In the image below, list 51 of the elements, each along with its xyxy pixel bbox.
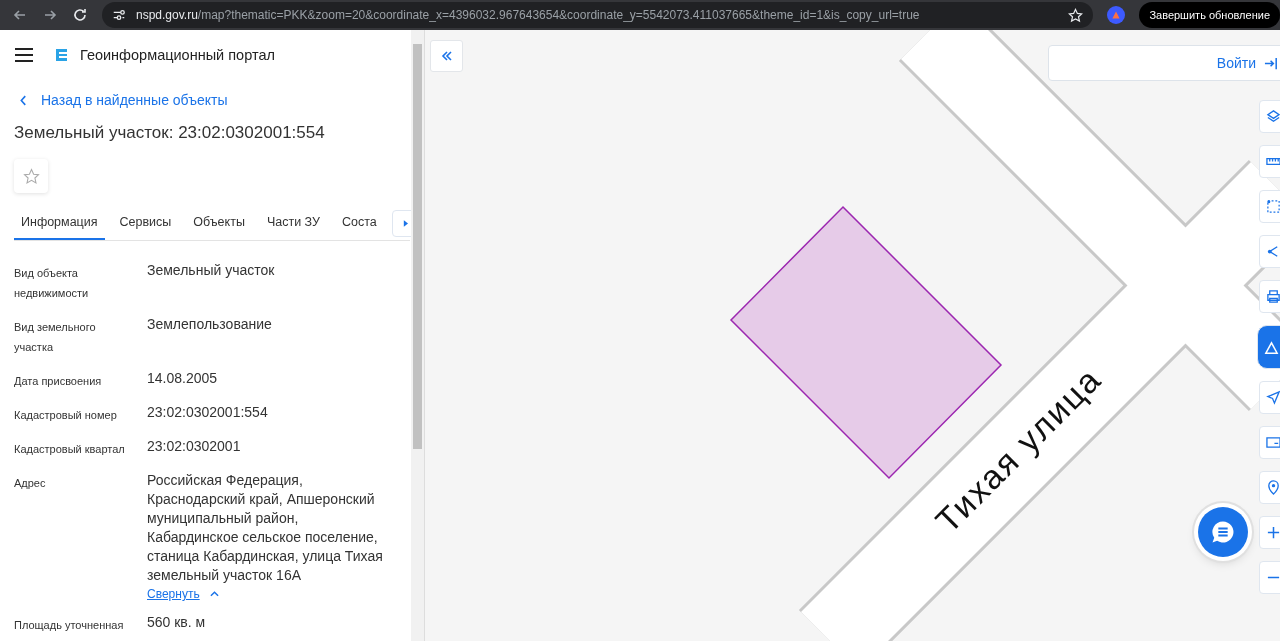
site-settings-icon[interactable] [112,8,126,22]
layers-icon [1266,109,1280,124]
property-value: 23:02:0302001 [147,437,242,456]
star-icon [22,167,40,185]
double-chevron-left-icon [440,51,453,61]
reload-icon[interactable] [72,7,88,23]
scrollbar[interactable] [411,30,424,641]
selection-icon [1266,199,1280,214]
menu-icon[interactable] [15,48,33,62]
tab[interactable]: Сервисы [112,207,179,240]
property-label: Вид земельного участка [14,320,97,355]
plus-icon [1266,525,1280,540]
bookmark-star-icon[interactable] [1068,7,1084,23]
navigation-arrow-icon [1266,390,1280,405]
property-value: 560 кв. м [147,613,207,632]
collapse-link[interactable]: Свернуть [147,587,219,601]
property-label: Адрес [14,476,47,491]
back-link[interactable]: Назад в найденные объекты [14,92,411,108]
tabs-scroll-button[interactable] [391,210,411,237]
triangle-icon [1264,339,1279,355]
portal-title: Геоинформационный портал [80,47,275,63]
share-icon [1266,244,1280,259]
tab[interactable]: Части ЗУ [259,207,327,240]
update-button[interactable]: Завершить обновление [1139,2,1280,28]
url-text: nspd.gov.ru/map?thematic=PKK&zoom=20&coordinate_x=4396032.967643654&coordinate_y=5542073.411037665&theme_id=1&is_copy_url=true [136,8,921,22]
profile-avatar-icon[interactable] [1107,6,1126,24]
printer-icon [1266,289,1280,304]
property-value: Землепользование [147,315,273,334]
tab[interactable]: Соста [335,207,384,240]
property-label: Площадь уточненная [14,618,125,633]
object-title: Земельный участок: 23:02:0302001:554 [14,123,326,143]
property-label: Дата присвоения [14,374,103,389]
property-value: Земельный участок [147,261,276,280]
login-icon [1264,55,1279,71]
property-value: 23:02:0302001:554 [147,403,269,422]
logo-icon[interactable] [53,47,69,63]
login-button[interactable]: Войти [1048,45,1280,81]
collapse-panel-button[interactable] [430,40,463,72]
property-value: Российская Федерация, Краснодарский край, Апшеронский муниципальный район, Кабардинское сельское поселение, станица Кабардинская, улица Тихая земельный участок 16А [147,471,384,585]
screen-icon [1266,435,1280,450]
chevron-left-icon [20,94,27,106]
property-label: Кадастровый квартал [14,442,126,457]
tab[interactable]: Объекты [186,207,252,240]
triangle-right-icon [402,220,408,227]
tab[interactable]: Информация [14,207,105,240]
chevron-up-icon [209,591,219,597]
property-label: Кадастровый номер [14,408,118,423]
location-pin-icon [1266,480,1280,495]
address-bar[interactable]: nspd.gov.ru/map?thematic=PKK&zoom=20&coordinate_x=4396032.967643654&coordinate_y=5542073.411037665&theme_id=1&is_copy_url=true [102,2,1094,28]
property-label: Вид объекта недвижимости [14,266,90,301]
property-value: 14.08.2005 [147,369,219,388]
